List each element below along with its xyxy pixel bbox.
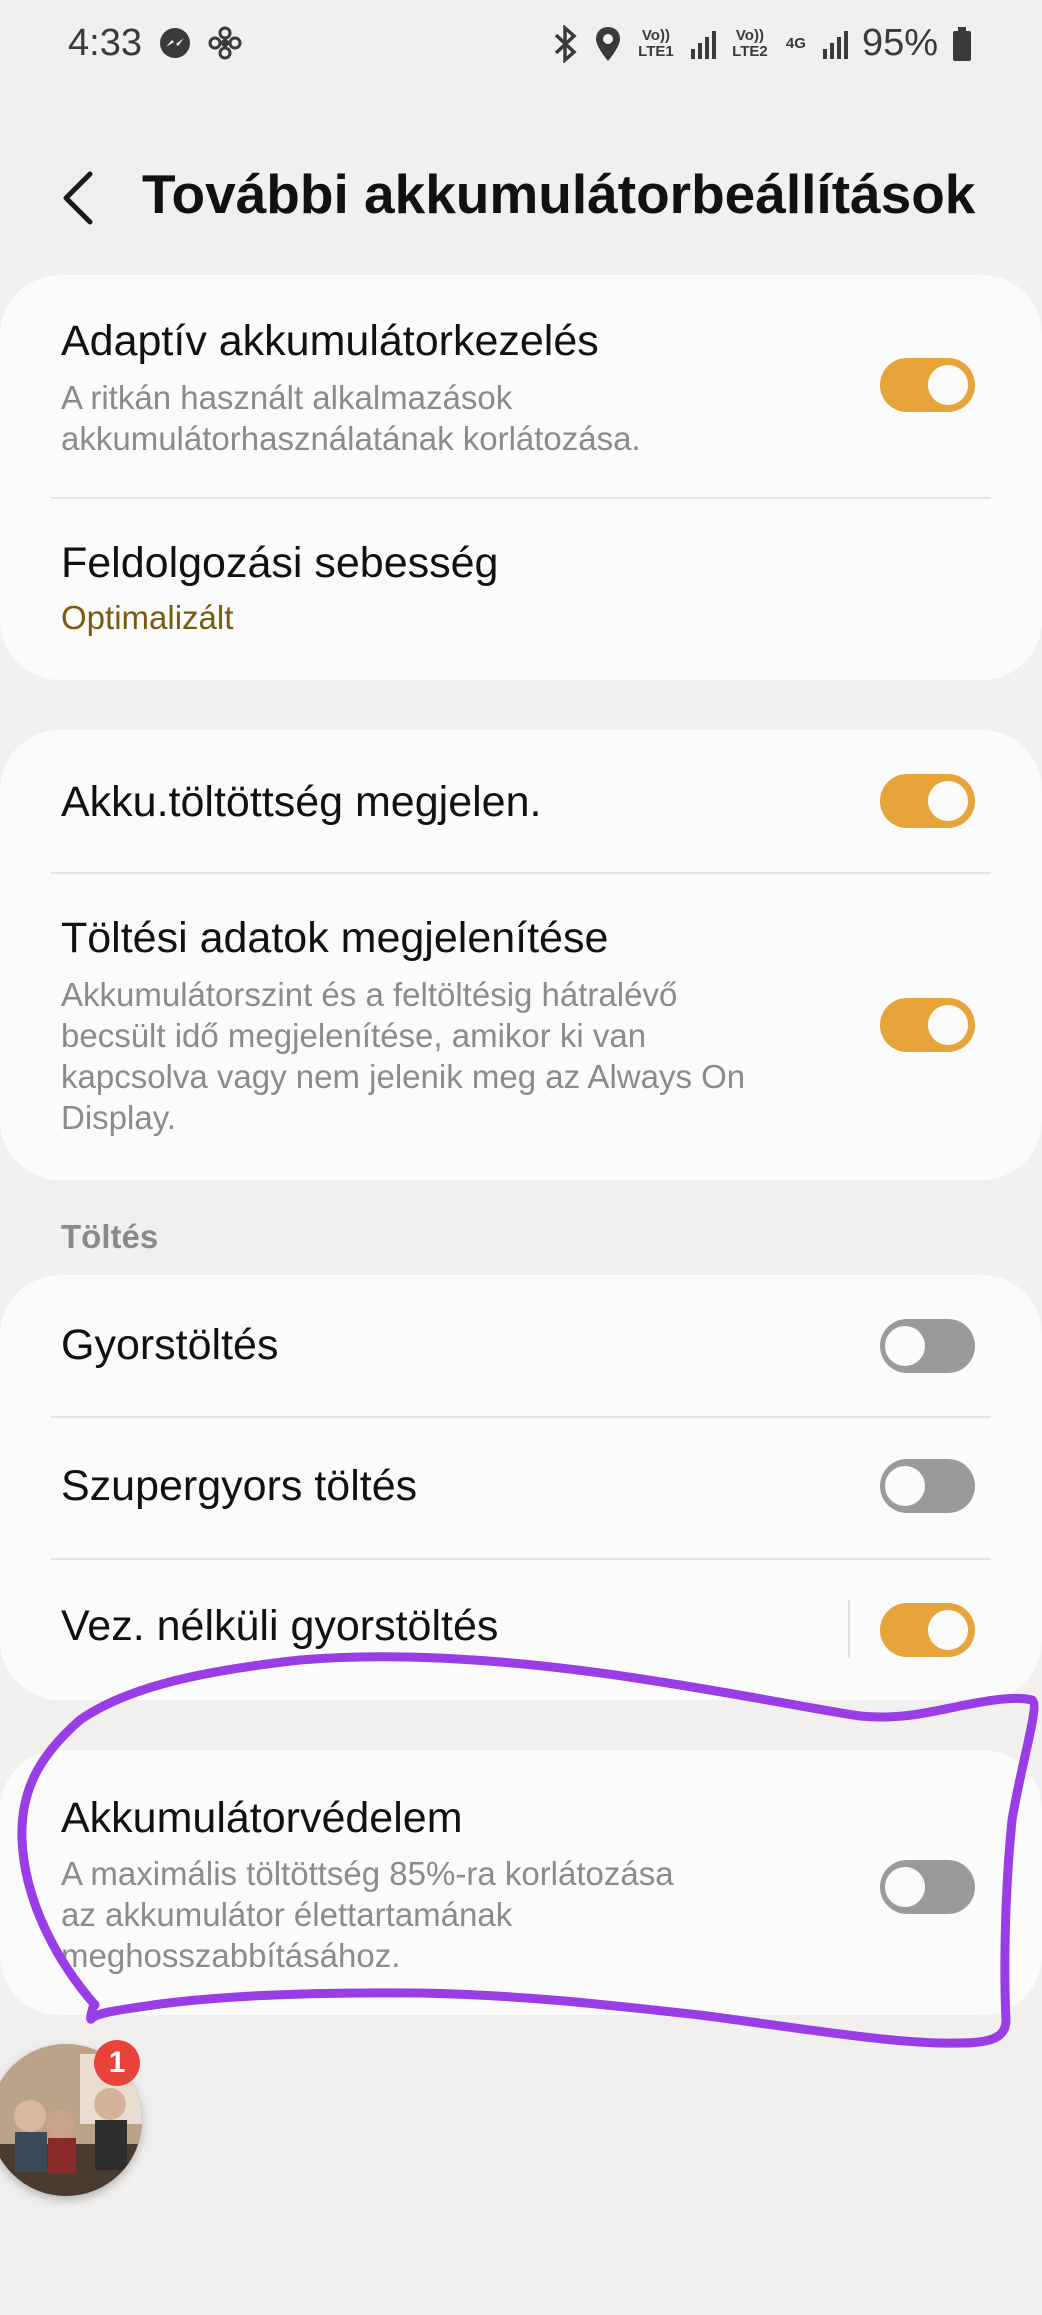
adaptive-battery-toggle[interactable] xyxy=(880,358,975,412)
charging-info-title: Töltési adatok megjelenítése xyxy=(61,914,609,962)
page-title: További akkumulátorbeállítások xyxy=(142,163,976,225)
wireless-fast-charging-title: Vez. nélküli gyorstöltés xyxy=(61,1602,499,1650)
notification-badge: 1 xyxy=(94,2040,140,2086)
lte2-label: Vo)) LTE2 xyxy=(732,26,768,60)
status-time: 4:33 xyxy=(68,22,142,64)
settings-card-battery-management: Adaptív akkumulátorkezelés A ritkán hasz… xyxy=(0,275,1042,680)
section-label-charging: Töltés xyxy=(61,1218,159,1255)
super-fast-charging-title: Szupergyors töltés xyxy=(61,1462,418,1510)
show-battery-percent-title: Akku.töltöttség megjelen. xyxy=(61,778,542,826)
battery-icon xyxy=(953,26,971,61)
wireless-fast-charging-row[interactable]: Vez. nélküli gyorstöltés xyxy=(0,1560,1042,1700)
settings-card-protection: Akkumulátorvédelem A maximális töltöttsé… xyxy=(0,1750,1042,2015)
adaptive-battery-desc-line2: akkumulátorhasználatának korlátozása. xyxy=(61,420,641,457)
battery-protection-toggle[interactable] xyxy=(880,1860,975,1914)
network-type-label: 4G xyxy=(785,34,806,52)
show-battery-percent-row[interactable]: Akku.töltöttség megjelen. xyxy=(0,730,1042,872)
fast-charging-title: Gyorstöltés xyxy=(61,1321,279,1369)
show-battery-percent-toggle[interactable] xyxy=(880,774,975,828)
battery-protection-title: Akkumulátorvédelem xyxy=(61,1794,463,1842)
battery-percent: 95% xyxy=(861,22,938,64)
settings-card-display: Akku.töltöttség megjelen. Töltési adatok… xyxy=(0,730,1042,1180)
super-fast-charging-toggle[interactable] xyxy=(880,1459,975,1513)
charging-info-toggle[interactable] xyxy=(880,998,975,1052)
charging-info-desc-line3: kapcsolva vagy nem jelenik meg az Always… xyxy=(61,1058,746,1095)
settings-card-charging: Gyorstöltés Szupergyors töltés Vez. nélk… xyxy=(0,1275,1042,1700)
page-header: További akkumulátorbeállítások xyxy=(0,150,1042,250)
chevron-left-icon xyxy=(63,171,93,225)
charging-info-desc-line4: Display. xyxy=(61,1099,176,1136)
charging-info-desc-line2: becsült idő megjelenítése, amikor ki van xyxy=(61,1017,647,1054)
processing-speed-row[interactable]: Feldolgozási sebesség Optimalizált xyxy=(0,499,1042,680)
charging-info-row[interactable]: Töltési adatok megjelenítése Akkumulátor… xyxy=(0,874,1042,1180)
wireless-fast-charging-toggle[interactable] xyxy=(880,1603,975,1657)
fast-charging-toggle[interactable] xyxy=(880,1319,975,1373)
signal-icon xyxy=(690,30,716,59)
row-separator xyxy=(848,1600,850,1658)
messenger-icon xyxy=(160,28,190,58)
lte1-label: Vo)) LTE1 xyxy=(638,26,674,60)
battery-protection-desc-line2: az akkumulátor élettartamának xyxy=(61,1896,513,1933)
bluetooth-icon xyxy=(554,24,577,63)
battery-protection-desc-line3: meghosszabbításához. xyxy=(61,1937,401,1974)
fan-icon xyxy=(208,26,242,60)
super-fast-charging-row[interactable]: Szupergyors töltés xyxy=(0,1418,1042,1558)
battery-protection-desc-line1: A maximális töltöttség 85%-ra korlátozás… xyxy=(61,1855,674,1892)
fast-charging-row[interactable]: Gyorstöltés xyxy=(0,1275,1042,1416)
signal-icon xyxy=(822,30,848,59)
processing-speed-title: Feldolgozási sebesség xyxy=(61,539,499,587)
back-button[interactable] xyxy=(52,162,112,232)
processing-speed-value: Optimalizált xyxy=(61,599,234,636)
adaptive-battery-row[interactable]: Adaptív akkumulátorkezelés A ritkán hasz… xyxy=(0,275,1042,497)
adaptive-battery-title: Adaptív akkumulátorkezelés xyxy=(61,317,599,365)
status-bar: 4:33 Vo)) LTE1 Vo)) LTE2 4G 95% xyxy=(0,0,1042,90)
charging-info-desc-line1: Akkumulátorszint és a feltöltésig hátral… xyxy=(61,976,678,1013)
battery-protection-row[interactable]: Akkumulátorvédelem A maximális töltöttsé… xyxy=(0,1750,1042,2015)
location-icon xyxy=(595,26,620,61)
adaptive-battery-desc-line1: A ritkán használt alkalmazások xyxy=(61,379,513,416)
